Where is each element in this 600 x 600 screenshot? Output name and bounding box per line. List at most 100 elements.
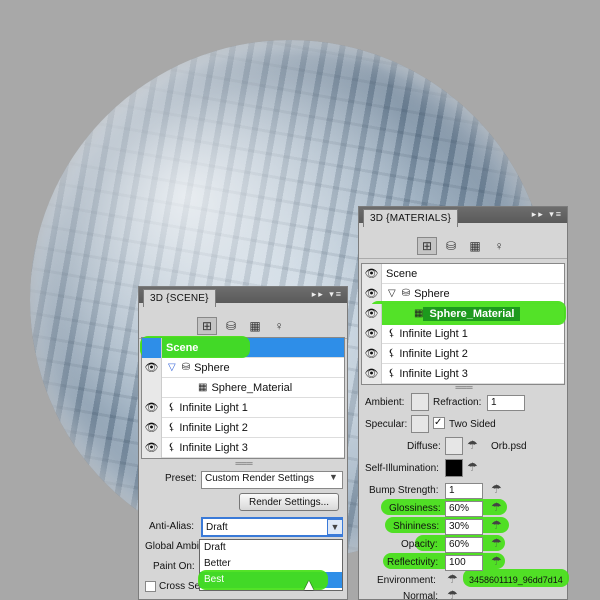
option-best[interactable]: Best <box>198 570 342 590</box>
reflectivity-label: Reflectivity: <box>387 557 439 568</box>
tree-row-light1[interactable]: 👁 ⚸ Infinite Light 1 <box>142 397 344 418</box>
mesh-filter-icon[interactable]: ⛁ <box>221 317 241 335</box>
option-label: Best <box>204 574 225 585</box>
shininess-input[interactable]: 30% <box>445 519 483 535</box>
material-icon: ▦ <box>414 308 424 319</box>
refraction-input[interactable]: 1 <box>487 395 525 411</box>
self-illum-swatch[interactable] <box>445 459 463 477</box>
eye-icon[interactable]: 👁 <box>362 303 382 324</box>
material-filter-icon[interactable]: ▦ <box>245 317 265 335</box>
panel-menu-icon[interactable]: ▸▸ ▾≡ <box>312 289 343 300</box>
eye-icon[interactable] <box>142 337 162 358</box>
specular-label: Specular: <box>365 419 408 430</box>
preset-label: Preset: <box>165 473 197 484</box>
light-icon: ⚸ <box>168 442 176 453</box>
texture-menu-icon[interactable]: ☂ <box>467 438 478 452</box>
environment-file: 3458601119_96dd7d14 <box>469 575 563 585</box>
tree-row-light2[interactable]: 👁 ⚸ Infinite Light 2 <box>142 417 344 438</box>
texture-menu-icon[interactable]: ☂ <box>491 482 502 496</box>
splitter[interactable]: ═══ <box>139 459 349 468</box>
eye-icon[interactable]: 👁 <box>142 417 162 438</box>
eye-icon[interactable]: 👁 <box>362 343 382 364</box>
light-icon: ⚸ <box>168 402 176 413</box>
materials-tree: 👁 Scene 👁 ▽ ⛁ Sphere 👁 ▦ Sphere_Material 👁 ⚸ I… <box>361 263 566 385</box>
self-illum-label: Self-Illumination: <box>365 463 439 474</box>
eye-icon[interactable]: 👁 <box>362 363 382 384</box>
cursor-icon: ▲ <box>301 577 317 594</box>
texture-menu-icon[interactable]: ☂ <box>447 588 458 600</box>
tree-label: Sphere_Material <box>423 306 521 321</box>
expand-arrow-icon[interactable]: ▽ <box>388 288 396 299</box>
opacity-label: Opacity: <box>401 539 438 550</box>
tree-row-light1[interactable]: 👁 ⚸ Infinite Light 1 <box>362 323 564 344</box>
two-sided-checkbox[interactable]: ✓ <box>433 417 445 429</box>
tree-label: Infinite Light 3 <box>399 367 468 380</box>
bump-input[interactable]: 1 <box>445 483 483 499</box>
diffuse-swatch[interactable] <box>445 437 463 455</box>
eye-icon[interactable]: 👁 <box>142 357 162 378</box>
tree-label: Sphere <box>414 287 450 300</box>
scene-panel: 3D {SCENE} ▸▸ ▾≡ ⊞ ⛁ ▦ ♀ Scene 👁 ▽ ⛁ Sphere… <box>138 286 348 600</box>
option-draft[interactable]: Draft <box>200 540 342 556</box>
tree-row-light3[interactable]: 👁 ⚸ Infinite Light 3 <box>362 363 564 384</box>
anti-alias-select[interactable]: Draft <box>201 517 343 537</box>
texture-menu-icon[interactable]: ☂ <box>447 572 458 586</box>
mesh-filter-icon[interactable]: ⛁ <box>441 237 461 255</box>
scene-filter-icon[interactable]: ⊞ <box>197 316 217 335</box>
tree-row-material[interactable]: ▦ Sphere_Material <box>142 377 344 398</box>
texture-menu-icon[interactable]: ☂ <box>491 554 502 568</box>
chevron-down-icon[interactable]: ▼ <box>327 519 343 535</box>
tree-row-scene[interactable]: Scene <box>140 336 344 358</box>
eye-icon[interactable]: 👁 <box>142 437 162 458</box>
tree-label: Sphere_Material <box>211 381 293 394</box>
texture-menu-icon[interactable]: ☂ <box>491 518 502 532</box>
normal-label: Normal: <box>403 591 439 600</box>
bump-label: Bump Strength: <box>369 485 439 496</box>
diffuse-label: Diffuse: <box>407 441 441 452</box>
tree-label: Infinite Light 1 <box>179 401 248 414</box>
eye-icon[interactable]: 👁 <box>142 397 162 418</box>
tree-label: Infinite Light 2 <box>399 347 468 360</box>
texture-menu-icon[interactable]: ☂ <box>491 500 502 514</box>
tree-label: Infinite Light 1 <box>399 327 468 340</box>
reflectivity-input[interactable]: 100 <box>445 555 483 571</box>
texture-menu-icon[interactable]: ☂ <box>491 536 502 550</box>
global-ambient-label: Global Ambi <box>145 541 199 552</box>
materials-filter-bar: ⊞ ⛁ ▦ ♀ <box>359 233 567 259</box>
tree-row-sphere[interactable]: 👁 ▽ ⛁ Sphere <box>142 357 344 378</box>
glossiness-label: Glossiness: <box>389 503 441 514</box>
materials-tab[interactable]: 3D {MATERIALS} <box>363 209 458 227</box>
tree-label: Sphere <box>194 361 230 374</box>
light-icon: ⚸ <box>168 422 176 433</box>
texture-menu-icon[interactable]: ☂ <box>467 460 478 474</box>
eye-icon[interactable] <box>142 377 162 398</box>
tree-row-light2[interactable]: 👁 ⚸ Infinite Light 2 <box>362 343 564 364</box>
preset-select[interactable]: Custom Render Settings <box>201 471 343 489</box>
light-filter-icon[interactable]: ♀ <box>269 317 289 335</box>
glossiness-input[interactable]: 60% <box>445 501 483 517</box>
materials-panel: 3D {MATERIALS} ▸▸ ▾≡ ⊞ ⛁ ▦ ♀ 👁 Scene 👁 ▽ ⛁ S… <box>358 206 569 600</box>
tree-row-light3[interactable]: 👁 ⚸ Infinite Light 3 <box>142 437 344 458</box>
render-settings-button[interactable]: Render Settings... <box>239 493 339 511</box>
scene-filter-icon[interactable]: ⊞ <box>417 236 437 255</box>
material-icon: ▦ <box>198 382 208 393</box>
cross-section-checkbox[interactable] <box>145 581 156 592</box>
scene-tab[interactable]: 3D {SCENE} <box>143 289 216 307</box>
eye-icon[interactable]: 👁 <box>362 263 382 284</box>
tree-row-scene[interactable]: 👁 Scene <box>362 263 564 284</box>
splitter[interactable]: ═══ <box>359 383 569 392</box>
anti-alias-label: Anti-Alias: <box>149 521 195 532</box>
material-filter-icon[interactable]: ▦ <box>465 237 485 255</box>
light-filter-icon[interactable]: ♀ <box>489 237 509 255</box>
opacity-input[interactable]: 60% <box>445 537 483 553</box>
ambient-swatch[interactable] <box>411 393 429 411</box>
specular-swatch[interactable] <box>411 415 429 433</box>
expand-arrow-icon[interactable]: ▽ <box>168 362 176 373</box>
diffuse-file: Orb.psd <box>491 441 527 452</box>
panel-menu-icon[interactable]: ▸▸ ▾≡ <box>532 209 563 220</box>
refraction-label: Refraction: <box>433 397 482 408</box>
chevron-down-icon: ▼ <box>329 472 338 482</box>
tree-row-material[interactable]: 👁 ▦ Sphere_Material <box>362 301 566 325</box>
light-icon: ⚸ <box>388 368 396 379</box>
eye-icon[interactable]: 👁 <box>362 323 382 344</box>
